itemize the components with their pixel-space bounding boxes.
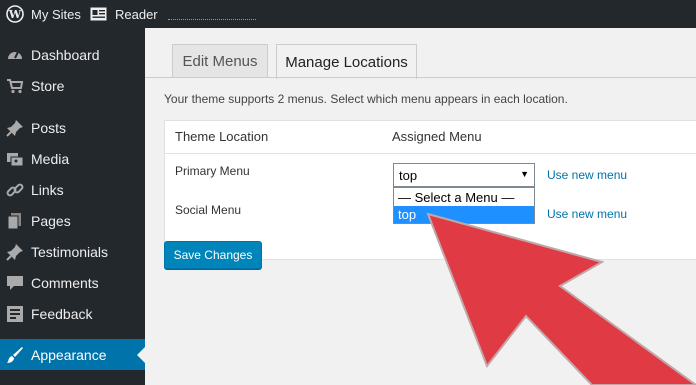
sidebar-item-feedback[interactable]: Feedback — [0, 298, 145, 329]
sidebar-item-label: Posts — [31, 119, 67, 136]
save-changes-label: Save Changes — [173, 248, 253, 262]
column-header-location: Theme Location — [175, 129, 269, 144]
sidebar-item-label: Feedback — [31, 305, 93, 322]
cart-icon — [7, 79, 24, 94]
sidebar-item-dashboard[interactable]: Dashboard — [0, 39, 145, 70]
sidebar-item-comments[interactable]: Comments — [0, 267, 145, 298]
sidebar-item-pages[interactable]: Pages — [0, 205, 145, 236]
feedback-icon — [7, 306, 23, 322]
row-label-primary: Primary Menu — [175, 164, 250, 178]
main-content: Edit Menus Manage Locations Your theme s… — [145, 28, 696, 385]
sidebar-item-label: Links — [31, 181, 64, 198]
adminbar-divider — [168, 19, 256, 20]
link-icon — [6, 183, 24, 197]
use-new-menu-link-social[interactable]: Use new menu — [547, 207, 627, 221]
paintbrush-icon — [7, 347, 23, 363]
chevron-down-icon: ▼ — [520, 169, 529, 179]
sidebar-item-label: Pages — [31, 212, 71, 229]
svg-text:W: W — [8, 8, 22, 21]
dropdown-option-top[interactable]: top — [394, 206, 534, 223]
my-sites-label: My Sites — [31, 6, 81, 22]
sidebar-item-label: Testimonials — [31, 243, 109, 260]
save-changes-button[interactable]: Save Changes — [164, 241, 262, 269]
tabs-divider — [145, 77, 696, 78]
table-header: Theme Location Assigned Menu — [165, 121, 696, 154]
sidebar-item-appearance[interactable]: Appearance — [0, 339, 145, 370]
sidebar-item-label: Media — [31, 150, 70, 167]
my-sites-link[interactable]: W My Sites — [6, 0, 81, 28]
menu-locations-table: Theme Location Assigned Menu Primary Men… — [164, 120, 696, 260]
pushpin-icon — [6, 120, 23, 137]
admin-bar: W My Sites Reader — [0, 0, 696, 28]
sidebar-item-label: Comments — [31, 274, 99, 291]
sidebar-item-testimonials[interactable]: Testimonials — [0, 236, 145, 267]
intro-text: Your theme supports 2 menus. Select whic… — [164, 92, 568, 106]
tab-manage-locations[interactable]: Manage Locations — [276, 44, 417, 79]
sidebar-item-label: Store — [31, 77, 65, 94]
primary-menu-dropdown: — Select a Menu — top — [393, 187, 535, 224]
admin-sidebar: Dashboard Store Posts Media Links Pages … — [0, 28, 145, 385]
sidebar-item-links[interactable]: Links — [0, 174, 145, 205]
media-icon — [7, 153, 24, 167]
sidebar-item-label: Dashboard — [31, 46, 100, 63]
tab-label: Edit Menus — [182, 53, 258, 70]
tab-edit-menus[interactable]: Edit Menus — [172, 44, 268, 78]
pages-icon — [7, 213, 21, 230]
sidebar-item-media[interactable]: Media — [0, 143, 145, 174]
reader-label: Reader — [115, 6, 158, 22]
wordpress-logo-icon: W — [6, 5, 24, 23]
sidebar-item-store[interactable]: Store — [0, 70, 145, 101]
dropdown-option-select-a-menu[interactable]: — Select a Menu — — [394, 189, 534, 206]
row-label-social: Social Menu — [175, 203, 242, 217]
reader-icon — [90, 7, 107, 21]
sidebar-item-posts[interactable]: Posts — [0, 112, 145, 143]
comment-icon — [7, 276, 23, 290]
pushpin-icon — [6, 244, 23, 261]
sidebar-item-label: Appearance — [31, 346, 107, 363]
active-menu-indicator — [137, 347, 145, 363]
primary-menu-select[interactable]: top ▼ — [393, 163, 535, 187]
use-new-menu-link-primary[interactable]: Use new menu — [547, 168, 627, 182]
reader-link[interactable]: Reader — [90, 0, 158, 28]
tab-label: Manage Locations — [285, 53, 408, 71]
dashboard-icon — [8, 51, 22, 59]
select-value: top — [399, 168, 418, 183]
column-header-assigned: Assigned Menu — [392, 129, 482, 144]
